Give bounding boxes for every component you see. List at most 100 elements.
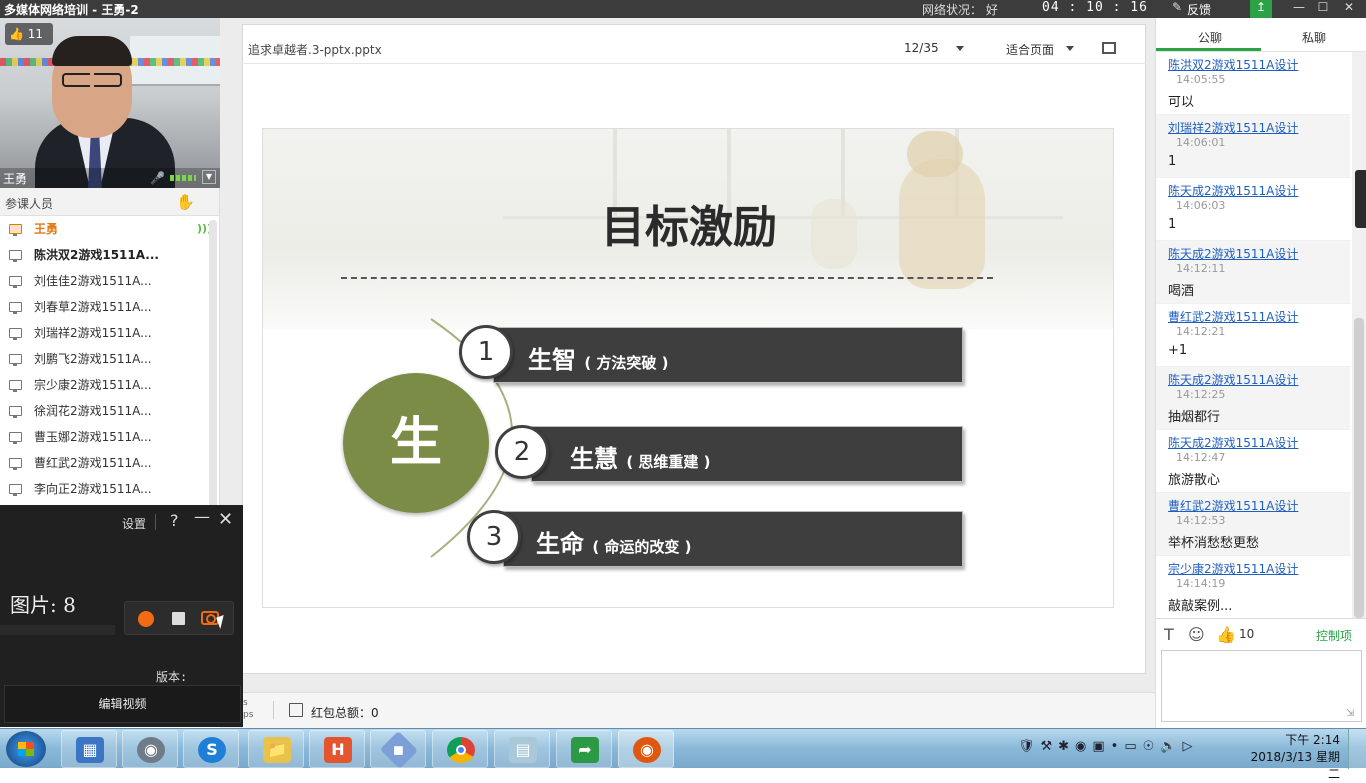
control-options-button[interactable]: 控制项 [1316, 627, 1352, 644]
recorder-settings-button[interactable]: 设置 [122, 515, 146, 532]
participant-row[interactable]: 徐润花2游戏1511A... [0, 398, 219, 424]
chat-timestamp: 14:06:01 [1176, 136, 1226, 149]
chat-sender-link[interactable]: 陈洪双2游戏1511A设计 [1168, 56, 1298, 73]
participant-list: 王勇))) 陈洪双2游戏1511A... 刘佳佳2游戏1511A... 刘春草2游戏1… [0, 216, 219, 502]
taskbar-app-sogou[interactable]: S [183, 730, 239, 768]
screen-recorder-panel: 设置 ? — ✕ 图片: 8 版本: 2.8.1.0 编辑视频 [0, 505, 243, 727]
taskbar-app-webcam[interactable]: ◉ [122, 730, 178, 768]
feedback-icon[interactable]: ✎ [1166, 0, 1188, 18]
chat-sender-link[interactable]: 刘瑞祥2游戏1511A设计 [1168, 119, 1298, 136]
system-tray[interactable]: 🛡⚒✱◉▣•▭☉🔊▷ [1018, 739, 1198, 754]
hbuilder-icon: H [324, 737, 352, 763]
red-packet-total: 红包总额：0 [311, 706, 379, 720]
slide-bar-1: 生智 ( 方法突破 ) [493, 327, 963, 383]
show-desktop-button[interactable] [1348, 729, 1366, 769]
taskbar-app-notes[interactable]: ▤ [494, 730, 550, 768]
chat-timestamp: 14:14:19 [1176, 577, 1226, 590]
chat-sender-link[interactable]: 陈天成2游戏1511A设计 [1168, 371, 1298, 388]
participant-row[interactable]: 宗少康2游戏1511A... [0, 372, 219, 398]
document-status-bar: s ps 红包总额：0 [243, 692, 1155, 728]
stop-icon[interactable] [172, 612, 185, 625]
chat-like-count: 10 [1239, 627, 1255, 641]
start-button[interactable] [6, 731, 46, 767]
recorder-minimize-icon[interactable]: — [194, 507, 210, 526]
chat-timestamp: 14:12:47 [1176, 451, 1226, 464]
fit-dropdown-icon[interactable] [1066, 46, 1074, 51]
page-selector[interactable]: 12/35 [904, 41, 939, 55]
red-packet-icon[interactable] [289, 703, 303, 717]
chat-sender-link[interactable]: 曹红武2游戏1511A设计 [1168, 497, 1298, 514]
system-clock[interactable]: 下午 2:14 2018/3/13 星期二 [1250, 732, 1340, 783]
chat-message: 陈洪双2游戏1511A设计 14:05:55 可以 [1156, 52, 1350, 115]
chat-sender-link[interactable]: 曹红武2游戏1511A设计 [1168, 308, 1298, 325]
chat-timestamp: 14:12:25 [1176, 388, 1226, 401]
taskbar-app-explorer[interactable]: 📁 [248, 730, 304, 768]
chat-input[interactable] [1161, 650, 1362, 722]
chat-sender-link[interactable]: 宗少康2游戏1511A设计 [1168, 560, 1298, 577]
fullscreen-icon[interactable] [1102, 42, 1116, 54]
maximize-icon[interactable]: ☐ [1312, 0, 1334, 18]
raise-hand-icon[interactable]: ✋ [176, 193, 195, 211]
taskbar-app-chrome[interactable] [432, 730, 488, 768]
diamond-app-icon: ◆ [379, 730, 419, 770]
chat-sender-link[interactable]: 陈天成2游戏1511A设计 [1168, 245, 1298, 262]
slide-bar-3: 生命 ( 命运的改变 ) [503, 511, 963, 567]
chat-tabs: 公聊 私聊 [1156, 18, 1366, 52]
webcam-video: 👍 11 王勇 🎤 ▼ [0, 18, 220, 188]
chat-scroll-thumb[interactable] [1354, 318, 1364, 618]
edit-video-button[interactable]: 编辑视频 [4, 685, 241, 723]
chat-message: 陈天成2游戏1511A设计 14:06:03 1 [1156, 178, 1350, 241]
text-format-icon[interactable]: T [1164, 625, 1174, 644]
participant-name: 宗少康2游戏1511A... [34, 378, 152, 392]
chat-like-icon[interactable]: 👍 [1216, 625, 1236, 644]
record-icon[interactable] [138, 611, 154, 627]
chat-timestamp: 14:12:11 [1176, 262, 1226, 275]
fit-page-selector[interactable]: 适合页面 [1006, 41, 1054, 58]
upload-icon[interactable]: ↥ [1250, 0, 1272, 18]
emoji-icon[interactable]: ☺ [1188, 625, 1205, 644]
feedback-button[interactable]: 反馈 [1187, 1, 1211, 18]
webcam-icon: ◉ [137, 737, 165, 763]
side-handle[interactable] [1355, 170, 1366, 228]
microphone-icon[interactable]: 🎤 [150, 171, 165, 185]
participant-scrollbar[interactable] [209, 220, 217, 510]
chat-panel: 公聊 私聊 陈洪双2游戏1511A设计 14:05:55 可以刘瑞祥2游戏1511A… [1155, 18, 1366, 728]
taskbar-app-tool[interactable]: ◆ [370, 730, 426, 770]
taskbar-app-control-panel[interactable]: ▦ [61, 730, 117, 768]
monitor-icon [9, 484, 22, 496]
close-icon[interactable]: ✕ [1338, 0, 1360, 18]
video-dropdown-icon[interactable]: ▼ [202, 170, 216, 184]
participant-row[interactable]: 李向正2游戏1511A... [0, 476, 219, 502]
recorder-close-icon[interactable]: ✕ [218, 509, 233, 530]
chat-timestamp: 14:05:55 [1176, 73, 1226, 86]
video-like-count: 11 [27, 27, 44, 41]
taskbar-app-recorder[interactable]: ◉ [618, 730, 674, 768]
chat-text: 1 [1168, 154, 1177, 169]
participant-row[interactable]: 陈洪双2游戏1511A... [0, 242, 219, 268]
taskbar-app-hbuilder[interactable]: H [309, 730, 365, 768]
participant-row[interactable]: 曹玉娜2游戏1511A... [0, 424, 219, 450]
tab-private-chat[interactable]: 私聊 [1302, 29, 1326, 46]
participant-row[interactable]: 曹红武2游戏1511A... [0, 450, 219, 476]
document-toolbar: 追求卓越者.3-pptx.pptx 12/35 适合页面 [242, 24, 1146, 64]
participant-row[interactable]: 刘佳佳2游戏1511A... [0, 268, 219, 294]
video-like-button[interactable]: 👍 11 [5, 23, 53, 45]
page-dropdown-icon[interactable] [956, 46, 964, 51]
taskbar-app-remote[interactable]: ➦ [556, 730, 612, 768]
participant-row[interactable]: 刘春草2游戏1511A... [0, 294, 219, 320]
notes-icon: ▤ [509, 737, 537, 763]
chat-sender-link[interactable]: 陈天成2游戏1511A设计 [1168, 434, 1298, 451]
resize-grip-icon[interactable]: ⇲ [1346, 708, 1354, 719]
slide-bar-2: 生慧 ( 思维重建 ) [531, 426, 963, 482]
chat-text: 1 [1168, 217, 1177, 232]
tab-public-chat[interactable]: 公聊 [1198, 29, 1222, 46]
chat-message: 陈天成2游戏1511A设计 14:12:47 旅游散心 [1156, 430, 1350, 493]
participant-row[interactable]: 刘瑞祥2游戏1511A... [0, 320, 219, 346]
chat-sender-link[interactable]: 陈天成2游戏1511A设计 [1168, 182, 1298, 199]
recorder-picture-count: 图片: 8 [10, 593, 76, 617]
participant-row[interactable]: 王勇))) [0, 216, 219, 242]
participant-row[interactable]: 刘鹏飞2游戏1511A... [0, 346, 219, 372]
recorder-help-icon[interactable]: ? [170, 511, 179, 530]
document-filename: 追求卓越者.3-pptx.pptx [248, 43, 382, 57]
minimize-icon[interactable]: — [1288, 0, 1310, 18]
